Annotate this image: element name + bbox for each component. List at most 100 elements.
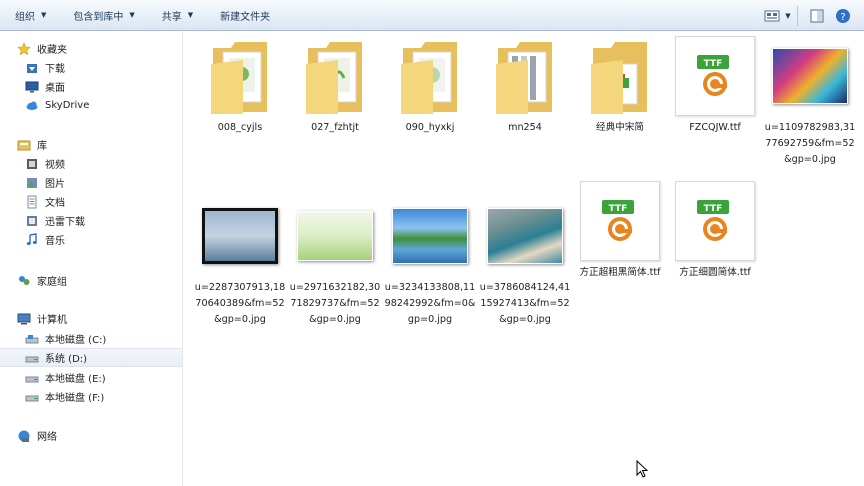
file-name: 008_cyjls <box>217 122 263 133</box>
nav-favorites-label: 收藏夹 <box>37 45 67 56</box>
file-name: FZCQJW.ttf <box>689 122 741 133</box>
nav-drive-f[interactable]: 本地磁盘 (F:) <box>0 387 182 406</box>
nav-documents-label: 文档 <box>45 198 65 209</box>
nav-music-label: 音乐 <box>45 236 65 247</box>
nav-homegroup[interactable]: 家庭组 <box>0 271 182 290</box>
nav-videos[interactable]: 视频 <box>0 154 182 173</box>
view-options-icon[interactable]: ▼ <box>783 6 793 26</box>
desktop-icon <box>24 79 40 95</box>
view-icon[interactable] <box>761 6 783 26</box>
toolbar-separator <box>797 5 798 26</box>
nav-desktop-label: 桌面 <box>45 83 65 94</box>
nav-documents[interactable]: 文档 <box>0 192 182 211</box>
drive-icon <box>24 331 40 347</box>
file-view: 008_cyjls 027_fzhtjt 090_hyxkj mn254 经典中… <box>184 31 864 486</box>
preview-pane-icon[interactable] <box>806 6 828 26</box>
homegroup-icon <box>16 273 32 289</box>
nav-pictures-label: 图片 <box>45 179 65 190</box>
ttf-badge: TTF <box>704 59 723 69</box>
downloads-icon <box>24 60 40 76</box>
nav-drive-e-label: 本地磁盘 (E:) <box>45 374 106 385</box>
music-icon <box>24 232 40 248</box>
nav-drive-c-label: 本地磁盘 (C:) <box>45 335 107 346</box>
nav-libraries-label: 库 <box>37 141 47 152</box>
nav-homegroup-label: 家庭组 <box>37 277 67 288</box>
cloud-icon <box>24 98 40 114</box>
nav-drive-d[interactable]: 系统 (D:) <box>0 348 182 367</box>
nav-skydrive[interactable]: SkyDrive <box>0 96 182 115</box>
library-icon <box>16 137 32 153</box>
ttf-file-icon: TTF <box>671 181 759 261</box>
mouse-cursor-icon <box>636 459 649 481</box>
nav-network-label: 网络 <box>37 432 57 443</box>
new-folder-button[interactable]: 新建文件夹 <box>205 0 282 31</box>
nav-downloads[interactable]: 下载 <box>0 58 182 77</box>
folder-icon <box>196 36 284 116</box>
svg-text:?: ? <box>840 12 845 23</box>
file-name: 090_hyxkj <box>405 122 455 133</box>
file-name: 027_fzhtjt <box>311 122 359 133</box>
nav-libraries[interactable]: 库 <box>0 135 182 154</box>
drive-icon <box>24 350 40 366</box>
share-label: 共享 <box>161 11 182 23</box>
file-name: u=2971632182,3071829737&fm=52&gp=0.jpg <box>289 282 381 325</box>
ttf-file-icon: TTF <box>671 36 759 116</box>
nav-xunlei[interactable]: 迅雷下载 <box>0 211 182 230</box>
navigation-pane: 收藏夹 下载 桌面 SkyDrive 库 视频 图片 文档 迅雷下载 音乐 家庭… <box>0 31 183 486</box>
include-in-library-label: 包含到库中 <box>73 11 124 23</box>
nav-computer-label: 计算机 <box>37 315 67 326</box>
file-name: u=3786084124,4115927413&fm=52&gp=0.jpg <box>479 282 571 325</box>
file-name: 方正细圆简体.ttf <box>679 267 751 278</box>
file-name: 经典中宋简 <box>596 122 644 133</box>
document-icon <box>24 194 40 210</box>
help-icon[interactable]: ? <box>832 6 854 26</box>
nav-downloads-label: 下载 <box>45 64 65 75</box>
include-in-library-button[interactable]: 包含到库中 ▼ <box>58 0 146 31</box>
chevron-down-icon: ▼ <box>129 11 135 19</box>
organize-label: 组织 <box>15 11 35 23</box>
nav-computer[interactable]: 计算机 <box>0 309 182 328</box>
nav-network[interactable]: 网络 <box>0 426 182 445</box>
nav-skydrive-label: SkyDrive <box>45 100 90 111</box>
organize-button[interactable]: 组织 ▼ <box>0 0 58 31</box>
image-thumbnail-icon <box>291 196 379 276</box>
nav-drive-c[interactable]: 本地磁盘 (C:) <box>0 329 182 348</box>
command-bar: 组织 ▼ 包含到库中 ▼ 共享 ▼ 新建文件夹 ▼ ? <box>0 0 864 31</box>
file-name: mn254 <box>508 122 542 133</box>
nav-favorites[interactable]: 收藏夹 <box>0 39 182 58</box>
folder-icon <box>386 36 474 116</box>
file-name: u=2287307913,1870640389&fm=52&gp=0.jpg <box>194 282 286 325</box>
nav-drive-f-label: 本地磁盘 (F:) <box>45 393 105 404</box>
ttf-file-icon: TTF <box>576 181 664 261</box>
nav-drive-e[interactable]: 本地磁盘 (E:) <box>0 368 182 387</box>
folder-icon <box>576 36 664 116</box>
nav-xunlei-label: 迅雷下载 <box>45 217 85 228</box>
video-icon <box>24 156 40 172</box>
star-icon <box>16 41 32 57</box>
image-thumbnail-icon <box>481 196 569 276</box>
chevron-down-icon: ▼ <box>41 11 47 19</box>
nav-videos-label: 视频 <box>45 160 65 171</box>
download-folder-icon <box>24 213 40 229</box>
share-button[interactable]: 共享 ▼ <box>147 0 205 31</box>
chevron-down-icon: ▼ <box>187 11 194 19</box>
file-name: u=1109782983,3177692759&fm=52&gp=0.jpg <box>764 122 856 165</box>
image-thumbnail-icon <box>386 196 474 276</box>
nav-drive-d-label: 系统 (D:) <box>45 354 88 365</box>
nav-desktop[interactable]: 桌面 <box>0 77 182 96</box>
nav-music[interactable]: 音乐 <box>0 230 182 249</box>
drive-icon <box>24 370 40 386</box>
new-folder-label: 新建文件夹 <box>220 11 271 23</box>
pictures-icon <box>24 175 40 191</box>
drive-icon <box>24 389 40 405</box>
file-name: u=3234133808,1198242992&fm=0&gp=0.jpg <box>384 282 476 325</box>
folder-icon <box>481 36 569 116</box>
ttf-badge: TTF <box>704 204 723 214</box>
computer-icon <box>16 311 32 327</box>
nav-pictures[interactable]: 图片 <box>0 173 182 192</box>
network-icon <box>16 428 32 444</box>
folder-icon <box>291 36 379 116</box>
ttf-badge: TTF <box>609 204 628 214</box>
image-thumbnail-icon <box>766 36 854 116</box>
image-thumbnail-icon <box>196 196 284 276</box>
